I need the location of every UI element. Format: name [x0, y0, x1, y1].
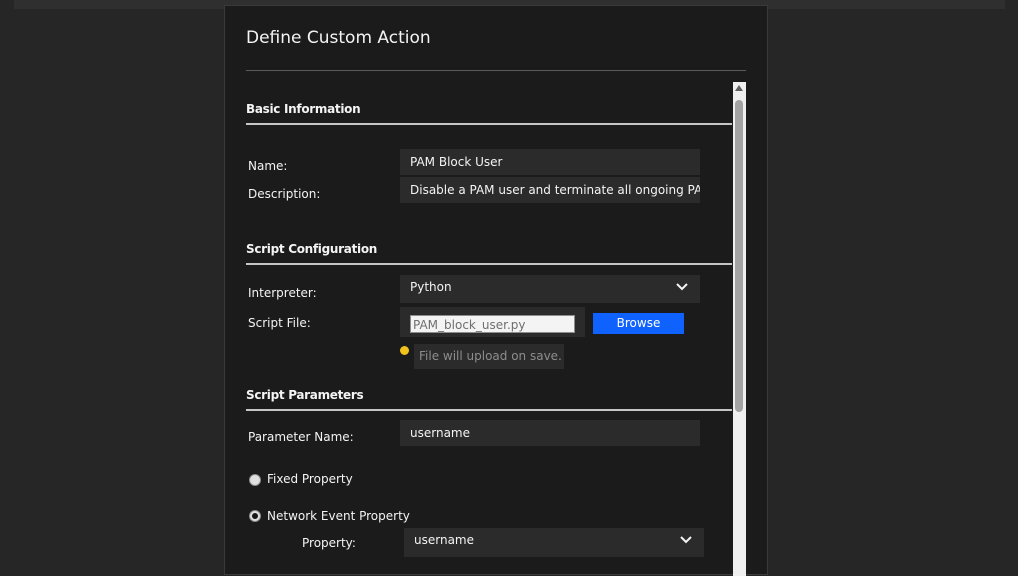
chevron-down-icon: [676, 283, 688, 291]
description-input[interactable]: Disable a PAM user and terminate all ong…: [400, 177, 700, 203]
vertical-scrollbar[interactable]: [733, 82, 746, 576]
script-configuration-heading: Script Configuration: [246, 242, 378, 256]
fixed-property-label: Fixed Property: [267, 472, 353, 486]
property-label: Property:: [302, 536, 356, 550]
scrollbar-thumb[interactable]: [735, 100, 743, 412]
description-label: Description:: [248, 187, 321, 201]
network-event-property-radio[interactable]: [249, 510, 261, 522]
name-input[interactable]: PAM Block User: [400, 149, 700, 175]
fixed-property-radio[interactable]: [249, 474, 261, 486]
scroll-up-arrow-icon[interactable]: [735, 85, 743, 91]
section-divider: [246, 123, 732, 125]
title-divider: [246, 70, 746, 71]
network-event-property-label: Network Event Property: [267, 509, 410, 523]
script-file-label: Script File:: [248, 316, 311, 330]
define-custom-action-dialog: Define Custom Action Basic Information N…: [224, 5, 768, 576]
dialog-title: Define Custom Action: [246, 28, 431, 48]
interpreter-label: Interpreter:: [248, 286, 317, 300]
name-label: Name:: [248, 159, 288, 173]
interpreter-value: Python: [410, 280, 452, 294]
chevron-down-icon: [680, 536, 692, 544]
upload-hint: File will upload on save.: [414, 344, 564, 369]
property-value: username: [414, 533, 474, 547]
browse-button[interactable]: Browse: [593, 313, 684, 334]
script-file-input[interactable]: PAM_block_user.py: [410, 315, 575, 333]
interpreter-select[interactable]: Python: [400, 275, 700, 303]
parameter-name-input[interactable]: username: [400, 420, 700, 446]
section-divider: [246, 263, 732, 265]
info-dot-icon: [400, 346, 409, 355]
parameter-name-label: Parameter Name:: [248, 430, 354, 444]
basic-information-heading: Basic Information: [246, 102, 361, 116]
property-select[interactable]: username: [404, 528, 704, 557]
dialog-scroll-area[interactable]: Basic Information Name: PAM Block User D…: [246, 82, 732, 576]
section-divider: [246, 409, 732, 411]
script-parameters-heading: Script Parameters: [246, 388, 364, 402]
